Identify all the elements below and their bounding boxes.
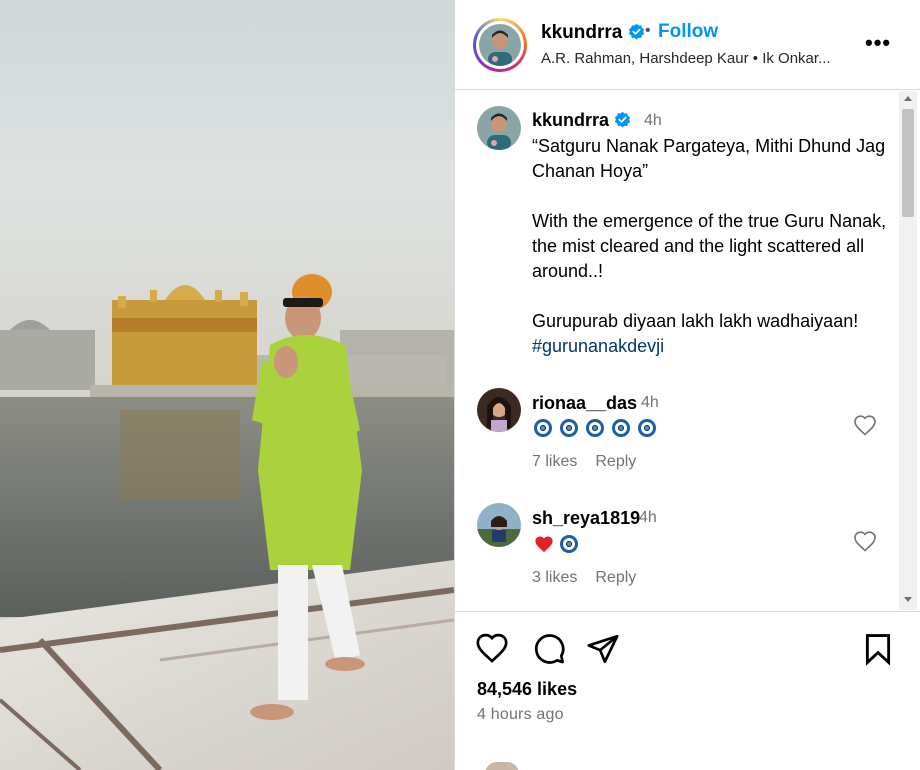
comment-username[interactable]: sh_reya1819 [532,508,640,529]
scroll-up-arrow-icon[interactable] [904,96,912,101]
evil-eye-emoji [560,535,578,554]
post-side-panel: kkundrra • Follow A.R. Rahman, Harshdeep… [454,0,920,770]
scrollbar-thumb[interactable] [902,109,914,217]
evil-eye-emoji [612,419,630,438]
follow-button[interactable]: Follow [658,21,718,43]
comment-time: 4h [641,394,659,411]
photo-illustration [0,0,454,770]
commenter-avatar[interactable] [477,503,521,547]
author-avatar[interactable] [473,18,527,72]
comment-likes[interactable]: 3 likes [532,569,577,586]
audio-attribution[interactable]: A.R. Rahman, Harshdeep Kaur • Ik Onkar..… [541,50,831,67]
evil-eye-emoji [560,419,578,438]
likes-count[interactable]: 84,546 likes [477,679,577,700]
comment-time: 4h [639,509,657,526]
red-heart-emoji [535,536,553,553]
caption-author-avatar[interactable] [477,106,521,150]
verified-badge-icon [628,23,644,40]
header-separator: • [645,22,651,39]
comment-meta: 7 likes Reply [532,453,654,471]
comments-section[interactable]: kkundrra 4h “Satguru Nanak Pargateya, Mi… [455,91,920,610]
post-header: kkundrra • Follow A.R. Rahman, Harshdeep… [455,0,920,90]
evil-eye-emoji [534,419,552,438]
scroll-down-arrow-icon[interactable] [904,597,912,602]
bookmark-icon[interactable] [861,632,895,666]
comment-meta: 3 likes Reply [532,569,654,587]
caption-username[interactable]: kkundrra [532,110,631,131]
next-avatar-partial [485,762,519,770]
hashtag-link[interactable]: #gurunanakdevji [532,336,664,356]
comment-like-heart-icon[interactable] [853,414,877,438]
comments-scrollbar[interactable] [899,91,917,610]
avatar-image [479,24,521,66]
post-actions: 84,546 likes 4 hours ago [455,611,920,770]
heart-outline-icon[interactable] [475,632,509,666]
more-options-icon[interactable]: ••• [865,30,891,56]
comment-username[interactable]: rionaa__das [532,393,637,414]
speech-bubble-icon[interactable] [532,632,566,666]
post-time-ago[interactable]: 4 hours ago [477,706,564,724]
comment-text [534,533,586,554]
evil-eye-emoji [638,419,656,438]
comment-text [534,417,664,438]
author-username[interactable]: kkundrra [541,22,645,44]
caption-body: “Satguru Nanak Pargateya, Mithi Dhund Ja… [532,136,887,331]
commenter-avatar[interactable] [477,388,521,432]
post-photo[interactable] [0,0,454,770]
paper-plane-icon[interactable] [586,632,620,666]
comment-likes[interactable]: 7 likes [532,453,577,470]
verified-badge-icon [614,111,631,128]
reply-button[interactable]: Reply [595,569,636,586]
caption-text: “Satguru Nanak Pargateya, Mithi Dhund Ja… [532,134,887,359]
comment-like-heart-icon[interactable] [853,530,877,554]
reply-button[interactable]: Reply [595,453,636,470]
evil-eye-emoji [586,419,604,438]
caption-time: 4h [644,112,662,129]
